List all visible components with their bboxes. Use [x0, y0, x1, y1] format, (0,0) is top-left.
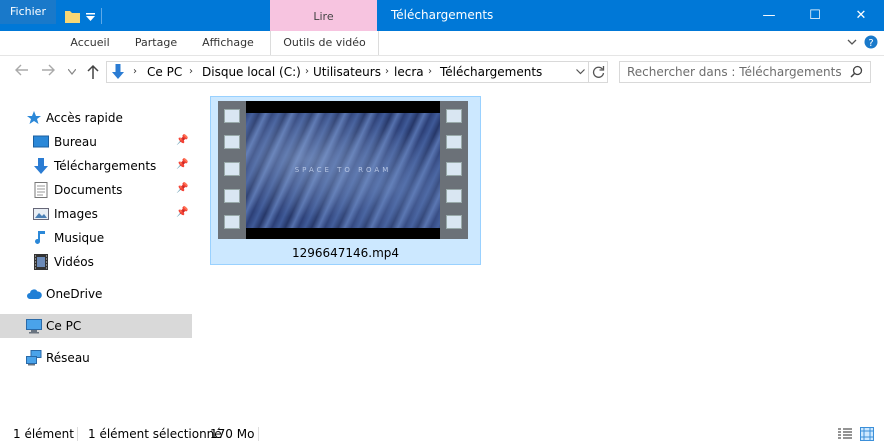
selection-count: 1 élément sélectionné	[88, 427, 222, 441]
new-folder-icon[interactable]	[65, 9, 80, 23]
star-icon	[27, 111, 41, 124]
computer-icon	[26, 319, 42, 334]
cloud-icon	[27, 289, 42, 299]
pin-icon: 📌	[176, 159, 189, 170]
breadcrumb-disque-local[interactable]: Disque local (C:)	[202, 62, 301, 82]
nav-label: Réseau	[46, 351, 90, 365]
breadcrumb-chevron-icon: ›	[305, 66, 309, 77]
context-tab-lire: Lire	[270, 0, 377, 31]
large-icons-view-icon[interactable]	[860, 427, 874, 441]
breadcrumb-lecra[interactable]: lecra	[394, 62, 424, 82]
breadcrumb-ce-pc[interactable]: Ce PC	[147, 62, 182, 82]
search-input[interactable]: Rechercher dans : Téléchargements	[619, 61, 871, 83]
breadcrumb-chevron-icon: ›	[133, 66, 137, 77]
nav-label: Bureau	[54, 135, 97, 149]
desktop-icon	[33, 135, 49, 148]
nav-label: Ce PC	[46, 319, 82, 333]
nav-label: Images	[54, 207, 98, 221]
address-box[interactable]: › Ce PC › Disque local (C:) › Utilisateu…	[106, 61, 608, 83]
item-count: 1 élément	[13, 427, 74, 441]
arrow-left-icon	[15, 64, 28, 76]
breadcrumb-utilisateurs[interactable]: Utilisateurs	[313, 62, 381, 82]
tab-outils-de-video[interactable]: Outils de vidéo	[270, 31, 379, 55]
nav-label: Accès rapide	[46, 111, 123, 125]
selection-size: 170 Mo	[210, 427, 255, 441]
address-dropdown-icon[interactable]	[576, 69, 585, 75]
nav-label: Documents	[54, 183, 123, 197]
pin-icon: 📌	[176, 183, 189, 194]
nav-this-pc[interactable]: Ce PC	[0, 314, 192, 338]
nav-item-images[interactable]: Images 📌	[0, 202, 192, 226]
back-button[interactable]	[12, 62, 32, 82]
video-thumbnail: SPACE TO ROAM	[218, 101, 468, 239]
navigation-pane: Accès rapide Bureau 📌 Téléchargements 📌 …	[0, 95, 192, 420]
nav-item-musique[interactable]: Musique	[0, 226, 192, 250]
expand-ribbon-icon[interactable]	[847, 38, 857, 46]
nav-network[interactable]: Réseau	[0, 346, 192, 370]
svg-text:?: ?	[868, 38, 873, 49]
videos-icon	[34, 254, 48, 270]
up-arrow-icon[interactable]	[86, 64, 100, 80]
download-icon	[112, 64, 124, 79]
nav-item-bureau[interactable]: Bureau 📌	[0, 130, 192, 154]
customize-toolbar-icon[interactable]	[86, 13, 95, 21]
breadcrumb-telechargements[interactable]: Téléchargements	[440, 62, 542, 82]
breadcrumb-chevron-icon: ›	[385, 66, 389, 77]
help-icon[interactable]: ?	[864, 35, 878, 49]
pin-icon: 📌	[176, 135, 189, 146]
tab-accueil[interactable]: Accueil	[64, 31, 116, 55]
forward-button[interactable]	[38, 62, 58, 82]
status-bar: 1 élément 1 élément sélectionné 170 Mo	[0, 424, 884, 446]
toolbar-divider	[101, 8, 102, 24]
tab-affichage[interactable]: Affichage	[196, 31, 260, 55]
close-button[interactable]: ✕	[838, 0, 884, 31]
search-icon[interactable]	[850, 65, 863, 78]
film-sprocket-strip	[440, 101, 468, 239]
tab-partage[interactable]: Partage	[128, 31, 184, 55]
address-divider	[588, 62, 589, 82]
pin-icon: 📌	[176, 207, 189, 218]
breadcrumb-chevron-icon: ›	[189, 66, 193, 77]
video-frame: SPACE TO ROAM	[246, 113, 440, 228]
tab-fichier[interactable]: Fichier	[0, 0, 56, 24]
nav-quick-access[interactable]: Accès rapide	[0, 106, 192, 130]
file-name: 1296647146.mp4	[291, 246, 400, 260]
video-frame-caption: SPACE TO ROAM	[294, 166, 392, 174]
pictures-icon	[33, 208, 49, 220]
maximize-button[interactable]: ☐	[792, 0, 838, 31]
network-icon	[26, 350, 42, 366]
refresh-icon[interactable]	[592, 65, 605, 79]
nav-item-documents[interactable]: Documents 📌	[0, 178, 192, 202]
nav-onedrive[interactable]: OneDrive	[0, 282, 192, 306]
document-icon	[34, 182, 48, 198]
details-view-icon[interactable]	[838, 428, 852, 440]
nav-item-videos[interactable]: Vidéos	[0, 250, 192, 274]
minimize-button[interactable]: —	[746, 0, 792, 31]
nav-label: OneDrive	[46, 287, 103, 301]
status-divider	[258, 427, 259, 441]
status-divider	[77, 427, 78, 441]
recent-locations-icon[interactable]	[68, 69, 76, 75]
window-title: Téléchargements	[391, 8, 494, 22]
nav-item-telechargements[interactable]: Téléchargements 📌	[0, 154, 192, 178]
nav-label: Téléchargements	[54, 159, 157, 173]
download-icon	[34, 158, 48, 174]
breadcrumb-chevron-icon: ›	[428, 66, 432, 77]
nav-label: Vidéos	[54, 255, 94, 269]
arrow-right-icon	[42, 64, 55, 76]
music-icon	[35, 231, 45, 244]
film-sprocket-strip	[218, 101, 246, 239]
nav-label: Musique	[54, 231, 105, 245]
